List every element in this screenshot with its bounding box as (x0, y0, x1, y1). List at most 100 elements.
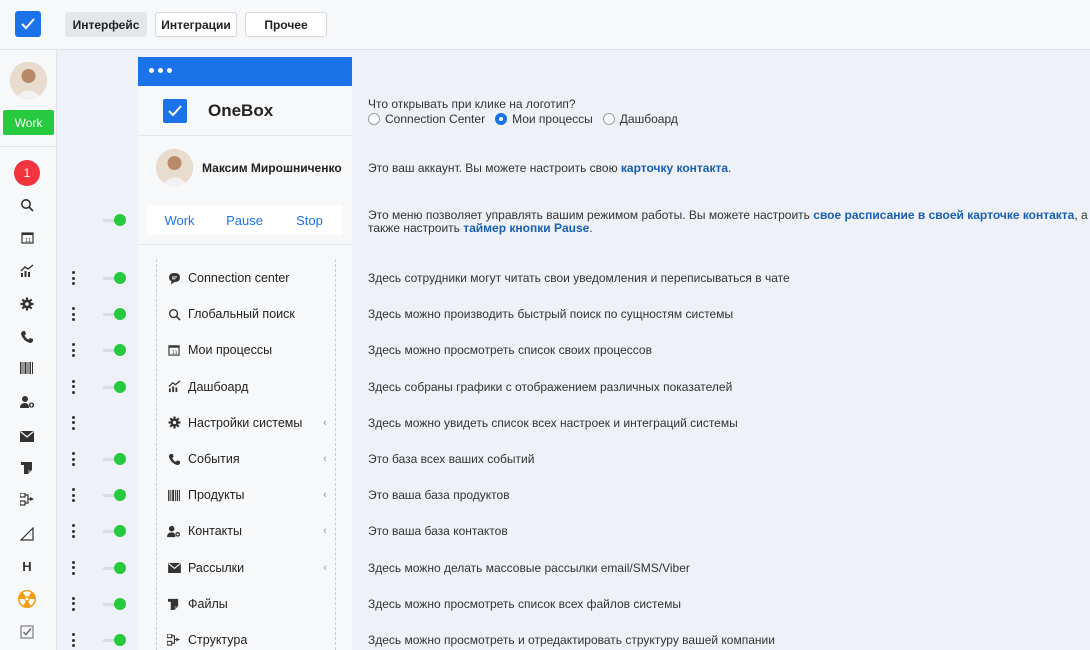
contact-card-link[interactable]: карточку контакта (621, 161, 728, 175)
pause-timer-link[interactable]: таймер кнопки Pause (463, 221, 589, 235)
menu-item[interactable]: Рассылки ‹ (166, 558, 336, 578)
toggle-switch[interactable] (103, 380, 126, 393)
chart-icon (166, 379, 182, 395)
radio-dashboard[interactable]: Дашбоард (602, 112, 678, 126)
calendar-icon[interactable]: 11 (17, 227, 37, 247)
mode-pause-button[interactable]: Pause (212, 205, 277, 235)
checkmark-icon (21, 18, 35, 30)
schedule-link[interactable]: свое расписание в своей карточке контакт… (813, 208, 1074, 222)
search-icon[interactable] (17, 195, 37, 215)
add-contact-icon (166, 523, 182, 539)
menu-item-label: Мои процессы (188, 343, 273, 358)
toggle-switch[interactable] (103, 453, 126, 465)
drag-handle-icon[interactable] (69, 633, 77, 647)
toggle-mode[interactable] (103, 214, 126, 226)
toggle-switch[interactable] (103, 344, 126, 357)
phone-icon[interactable] (17, 327, 37, 347)
item-description: Здесь можно делать массовые рассылки ema… (368, 560, 690, 575)
menu-item[interactable]: События ‹ (166, 449, 336, 469)
item-description: Здесь можно просмотреть список всех файл… (368, 596, 681, 611)
radio-my-processes[interactable]: Мои процессы (495, 112, 593, 126)
toggle-knob (114, 597, 126, 610)
tab-integrations[interactable]: Интеграции (155, 12, 237, 37)
gear-icon[interactable] (17, 294, 37, 314)
drag-handle-icon[interactable] (69, 415, 77, 430)
brand-logo[interactable] (163, 99, 187, 123)
menu-item-label: Контакты (188, 524, 242, 539)
menu-item[interactable]: Глобальный поиск (166, 304, 336, 324)
files-icon[interactable] (17, 457, 37, 477)
chat-icon (166, 270, 182, 286)
avatar[interactable] (10, 62, 47, 99)
drag-handle-icon[interactable] (69, 343, 77, 358)
toggle-knob (114, 308, 126, 321)
chart-icon[interactable] (17, 261, 37, 281)
menu-item[interactable]: Connection center (166, 268, 336, 288)
mail-icon (166, 560, 182, 576)
notification-badge[interactable]: 1 (14, 160, 40, 186)
menu-item-label: Глобальный поиск (188, 307, 295, 322)
menu-item[interactable]: Файлы (166, 594, 336, 614)
drag-handle-icon[interactable] (69, 379, 77, 394)
user-avatar[interactable] (156, 149, 193, 186)
user-name[interactable]: Максим Мирошниченко (202, 161, 342, 175)
menu-item[interactable]: Продукты ‹ (166, 485, 336, 505)
barcode-icon[interactable] (17, 358, 37, 378)
dots-icon (149, 68, 172, 73)
menu-item-label: Продукты (188, 488, 245, 503)
item-description: Здесь можно просмотреть и отредактироват… (368, 633, 775, 647)
toggle-switch[interactable] (103, 561, 126, 574)
toggle-switch[interactable] (103, 272, 126, 284)
h-letter-icon[interactable]: H (17, 556, 37, 576)
menu-item[interactable]: 11 Мои процессы (166, 340, 336, 360)
chevron-left-icon[interactable]: ‹ (320, 525, 330, 537)
drag-handle-icon[interactable] (69, 596, 77, 611)
svg-text:11: 11 (25, 238, 31, 244)
checkbox-icon[interactable] (17, 622, 37, 642)
radio-connection-center[interactable]: Connection Center (368, 112, 485, 126)
item-description: Здесь можно просмотреть список своих про… (368, 343, 652, 358)
account-description: Это ваш аккаунт. Вы можете настроить сво… (368, 161, 732, 175)
chevron-left-icon[interactable]: ‹ (320, 417, 330, 429)
drag-handle-icon[interactable] (69, 271, 77, 285)
menu-item[interactable]: Настройки системы ‹ (166, 413, 336, 433)
toggle-switch[interactable] (103, 597, 126, 610)
work-status-button[interactable]: Work (3, 110, 54, 135)
drag-handle-icon[interactable] (69, 560, 77, 575)
drag-handle-icon[interactable] (69, 524, 77, 539)
radio-button[interactable] (368, 113, 380, 125)
app-logo[interactable] (15, 11, 41, 37)
drag-handle-icon[interactable] (69, 488, 77, 503)
mode-work-button[interactable]: Work (147, 205, 212, 235)
tab-other[interactable]: Прочее (245, 12, 327, 37)
radio-button-selected[interactable] (495, 113, 508, 125)
gear-icon (166, 415, 182, 431)
toggle-knob (114, 214, 126, 226)
calendar-icon: 11 (166, 342, 182, 358)
tab-interface[interactable]: Интерфейс (65, 12, 147, 37)
toggle-switch[interactable] (103, 308, 126, 321)
toggle-switch[interactable] (103, 634, 126, 646)
files-icon (166, 596, 182, 612)
radiation-icon[interactable] (17, 589, 37, 609)
toggle-knob (114, 344, 126, 357)
menu-item[interactable]: Дашбоард (166, 377, 336, 397)
structure-icon[interactable] (17, 489, 37, 509)
triangle-icon[interactable] (17, 524, 37, 544)
add-contact-icon[interactable] (17, 392, 37, 412)
toggle-knob (114, 525, 126, 538)
toggle-switch[interactable] (103, 525, 126, 538)
mode-stop-button[interactable]: Stop (277, 205, 342, 235)
item-description: Здесь можно увидеть список всех настроек… (368, 415, 738, 430)
toggle-switch[interactable] (103, 489, 126, 502)
menu-item[interactable]: Структура (166, 630, 336, 650)
menu-item[interactable]: Контакты ‹ (166, 521, 336, 541)
radio-button[interactable] (602, 113, 615, 125)
drag-handle-icon[interactable] (69, 452, 77, 466)
chevron-left-icon[interactable]: ‹ (320, 489, 330, 501)
drag-handle-icon[interactable] (69, 307, 77, 322)
mail-icon[interactable] (17, 426, 37, 446)
chevron-left-icon[interactable]: ‹ (320, 453, 330, 465)
chevron-left-icon[interactable]: ‹ (320, 562, 330, 574)
phone-icon (166, 451, 182, 467)
